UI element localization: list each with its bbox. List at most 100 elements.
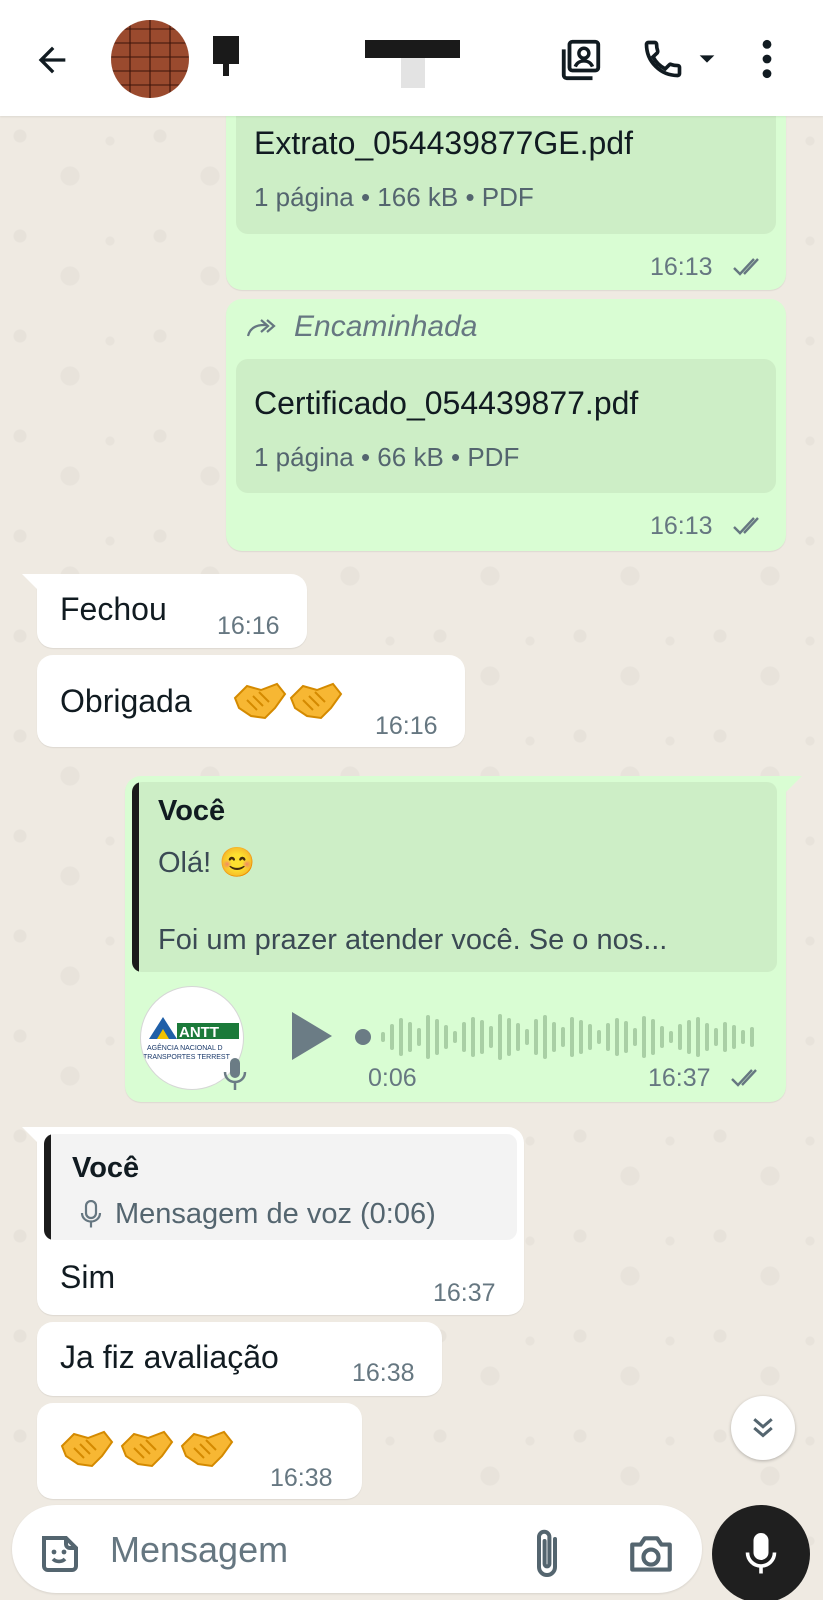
waveform-bar [543,1015,547,1059]
voice-record-button[interactable] [712,1505,810,1600]
message-time: 16:38 [270,1464,333,1492]
more-vert-icon [762,39,772,79]
waveform-bar [471,1017,475,1057]
phone-icon [644,40,682,78]
quote-bar [44,1134,51,1240]
double-check-icon [731,1069,757,1087]
quote-text: Mensagem de voz (0:06) [115,1198,436,1230]
waveform-bar [534,1019,538,1055]
quote-text-line2: Foi um prazer atender você. Se o nos... [158,924,668,956]
waveform-bar [651,1019,655,1055]
waveform-bar [678,1024,682,1050]
waveform-bar [615,1018,619,1056]
waveform-bar [696,1017,700,1057]
message-time: 16:37 [433,1279,496,1307]
waveform-bar [633,1028,637,1046]
document-name: Certificado_054439877.pdf [254,385,639,421]
quote-author: Você [72,1152,140,1184]
voice-duration: 0:06 [368,1064,417,1092]
message-text: Obrigada [60,683,192,719]
waveform-bar [462,1022,466,1052]
waveform-bar [642,1016,646,1058]
chat-header [0,0,823,116]
arrow-back-icon [38,46,66,74]
antt-logo-subtext1: AGÊNCIA NACIONAL D [147,1043,223,1052]
waveform-bar [408,1022,412,1052]
waveform-bar [606,1023,610,1051]
double-check-icon [733,517,759,535]
microphone-icon [745,1533,777,1574]
waveform-bar [570,1017,574,1057]
bubble-tail [22,574,40,592]
camera-icon[interactable] [626,1530,676,1580]
scroll-to-bottom-button[interactable] [731,1396,795,1460]
message-time: 16:38 [352,1359,415,1387]
waveform-bar [525,1029,529,1045]
message-time: 16:37 [648,1064,711,1092]
more-options-button[interactable] [752,34,782,84]
waveform-bar [426,1015,430,1059]
waveform-bar [588,1024,592,1050]
message-text: Ja fiz avaliação [60,1339,279,1375]
waveform-bar [597,1030,601,1044]
microphone-badge-icon [223,1058,247,1090]
back-button[interactable] [28,36,76,84]
contact-status-redacted[interactable] [365,40,460,88]
waveform-bar [399,1018,403,1056]
waveform-bar [723,1022,727,1052]
waveform-bar [624,1021,628,1053]
caret-down-icon [699,55,715,63]
message-time: 16:13 [650,253,713,281]
handshake-emoji [60,1430,234,1468]
quote-bar [132,782,139,972]
call-options-dropdown[interactable] [692,34,722,84]
waveform-bar [750,1027,754,1047]
waveform-bar [489,1026,493,1048]
document-name: Extrato_054439877GE.pdf [254,125,633,161]
antt-logo-text: ANTT [179,1024,219,1041]
contact-info-button[interactable] [556,34,606,84]
double-check-icon [733,258,759,276]
message-time: 16:16 [217,612,280,640]
sticker-icon[interactable] [36,1530,84,1578]
voice-call-button[interactable] [638,34,688,84]
handshake-emoji [233,682,343,720]
waveform-bar [516,1023,520,1051]
waveform-bar [435,1019,439,1055]
double-chevron-down-icon [753,1418,773,1438]
waveform-bar [714,1028,718,1046]
quote-author: Você [158,795,226,827]
document-meta: 1 página • 166 kB • PDF [254,182,534,212]
message-input[interactable] [110,1520,510,1580]
waveform-bar [507,1018,511,1056]
forwarded-label: Encaminhada [294,310,478,343]
waveform-bar [552,1022,556,1052]
waveform-bar [687,1020,691,1054]
waveform-bar [480,1020,484,1054]
waveform-bar [444,1025,448,1049]
contact-card-icon [561,39,601,81]
bubble-tail [784,776,802,794]
waveform-bar [381,1032,385,1042]
message-time: 16:16 [375,712,438,740]
message-text: Sim [60,1259,116,1295]
voice-waveform[interactable] [355,1007,755,1067]
message-time: 16:13 [650,512,713,540]
play-icon[interactable] [288,1010,334,1062]
waveform-bar [741,1030,745,1044]
waveform-bar [669,1031,673,1043]
waveform-playhead [355,1029,371,1045]
waveform-bar [390,1024,394,1050]
waveform-bar [660,1026,664,1048]
contact-avatar[interactable] [111,20,189,98]
waveform-bar [705,1023,709,1051]
waveform-bar [579,1020,583,1054]
quote-text-line1: Olá! 😊 [158,847,256,879]
paperclip-icon[interactable] [522,1527,572,1583]
microphone-icon [80,1200,102,1228]
contact-name-redacted[interactable] [213,36,239,76]
antt-logo-subtext2: TRANSPORTES TERREST [143,1054,231,1061]
waveform-bar [453,1031,457,1043]
waveform-bar [732,1025,736,1049]
message-text: Fechou [60,591,167,627]
